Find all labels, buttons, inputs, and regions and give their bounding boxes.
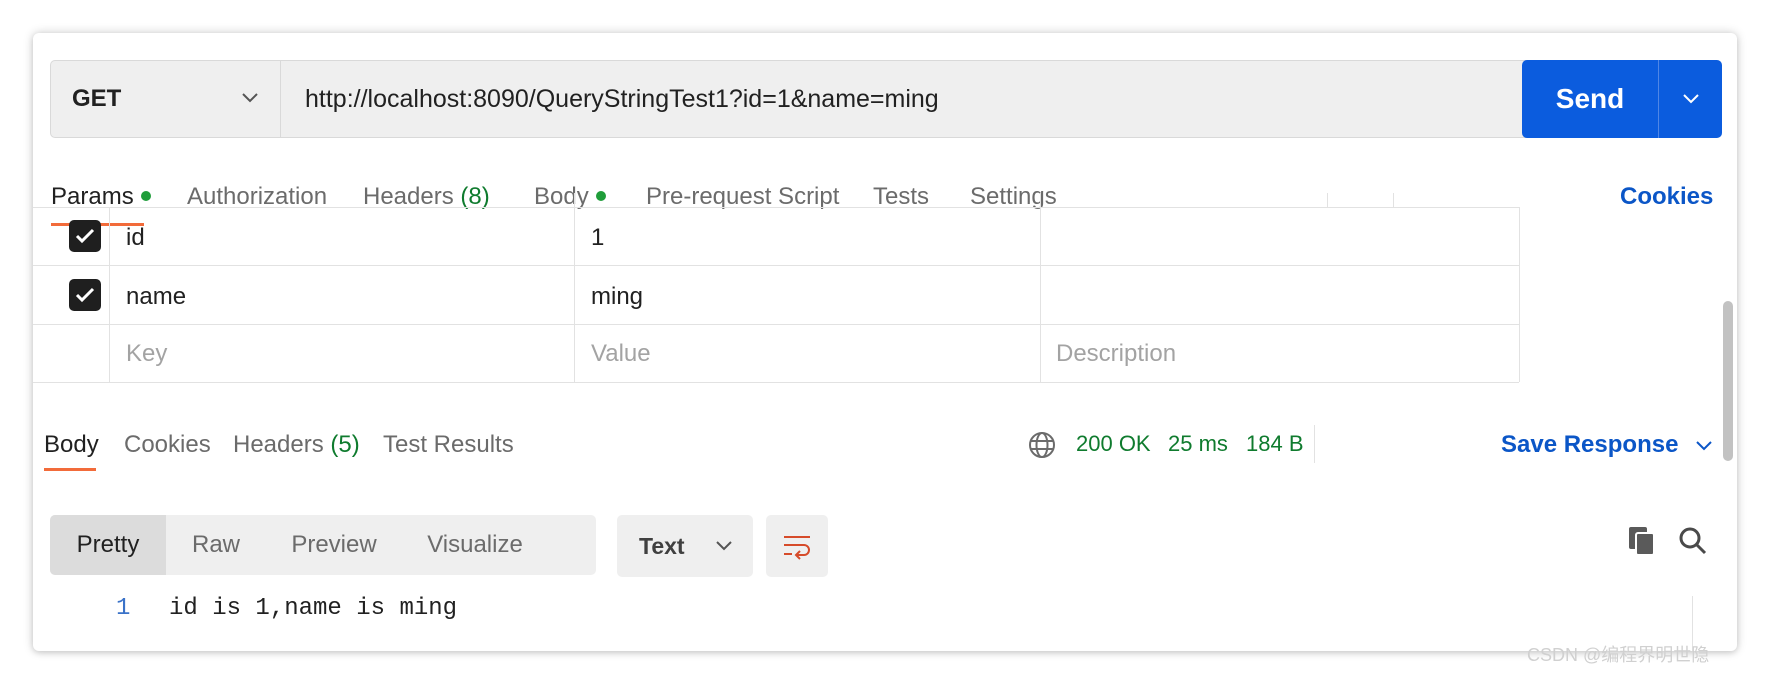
method-label: GET xyxy=(72,85,122,112)
table-border xyxy=(33,382,1519,383)
wrap-icon xyxy=(784,536,810,560)
send-button[interactable]: Send xyxy=(1522,60,1658,138)
table-border xyxy=(1327,193,1328,207)
url-input[interactable]: http://localhost:8090/QueryStringTest1?i… xyxy=(280,60,1538,138)
scrollbar[interactable] xyxy=(1723,301,1733,461)
table-border xyxy=(574,193,575,382)
view-mode-pretty[interactable]: Pretty xyxy=(50,515,166,575)
view-mode-visualize[interactable]: Visualize xyxy=(402,515,548,575)
view-mode-selector: Pretty Raw Preview Visualize xyxy=(50,515,596,575)
globe-icon[interactable] xyxy=(1028,431,1056,459)
param-key[interactable]: id xyxy=(126,224,145,252)
param-value[interactable]: ming xyxy=(591,283,643,311)
line-number: 1 xyxy=(116,595,131,622)
url-text: http://localhost:8090/QueryStringTest1?i… xyxy=(305,84,939,113)
response-tab-headers-label: Headers xyxy=(233,431,324,458)
response-time[interactable]: 25 ms xyxy=(1168,431,1228,457)
param-value[interactable]: 1 xyxy=(591,224,604,252)
check-icon xyxy=(75,228,95,244)
response-headers-count: (5) xyxy=(330,431,360,458)
chevron-down-icon xyxy=(716,541,732,551)
watermark: CSDN @编程界明世隐 xyxy=(1527,645,1710,665)
response-body-text[interactable]: id is 1,name is ming xyxy=(169,595,457,622)
send-label: Send xyxy=(1555,83,1625,114)
response-tab-cookies[interactable]: Cookies xyxy=(124,431,211,459)
tab-body-label: Body xyxy=(534,183,589,210)
key-input[interactable]: Key xyxy=(126,340,167,368)
table-border xyxy=(1040,193,1041,382)
copy-icon[interactable] xyxy=(1627,525,1657,557)
param-checkbox[interactable] xyxy=(69,220,101,252)
wrap-lines-button[interactable] xyxy=(766,515,828,577)
param-key[interactable]: name xyxy=(126,283,186,311)
table-border xyxy=(1519,207,1520,382)
table-border xyxy=(33,324,1519,325)
active-dot-icon xyxy=(140,191,151,201)
value-input[interactable]: Value xyxy=(591,340,651,368)
response-tab-body[interactable]: Body xyxy=(44,431,99,459)
chevron-down-icon xyxy=(242,93,258,103)
headers-count: (8) xyxy=(460,183,490,210)
format-select[interactable]: Text xyxy=(617,515,753,577)
tab-tests-label: Tests xyxy=(873,183,930,210)
send-options-button[interactable] xyxy=(1658,60,1722,138)
save-response-button[interactable]: Save Response xyxy=(1501,431,1713,459)
response-tab-test-results[interactable]: Test Results xyxy=(383,431,514,459)
status-code[interactable]: 200 OK xyxy=(1076,431,1151,457)
tab-headers-label: Headers xyxy=(363,183,454,210)
chevron-down-icon xyxy=(1696,441,1712,451)
table-border xyxy=(109,207,110,382)
tab-pre-request-label: Pre-request Script xyxy=(646,183,840,210)
table-border xyxy=(33,207,1519,208)
description-input[interactable]: Description xyxy=(1056,340,1176,368)
view-mode-preview[interactable]: Preview xyxy=(266,515,402,575)
tab-settings-label: Settings xyxy=(970,183,1057,210)
tab-authorization-label: Authorization xyxy=(187,183,328,210)
active-dot-icon xyxy=(595,191,606,201)
param-checkbox[interactable] xyxy=(69,279,101,311)
check-icon xyxy=(75,287,95,303)
response-tab-body-label: Body xyxy=(44,431,99,458)
table-border xyxy=(1393,193,1394,207)
response-size[interactable]: 184 B xyxy=(1246,431,1304,457)
table-border xyxy=(33,265,1519,266)
save-response-label: Save Response xyxy=(1501,431,1679,458)
response-tab-cookies-label: Cookies xyxy=(124,431,211,458)
postman-window: GET http://localhost:8090/QueryStringTes… xyxy=(33,33,1737,651)
format-label: Text xyxy=(639,532,685,559)
response-tab-test-results-label: Test Results xyxy=(383,431,514,458)
divider xyxy=(1314,425,1315,463)
chevron-down-icon xyxy=(1682,94,1699,104)
response-tab-headers[interactable]: Headers (5) xyxy=(233,431,360,459)
search-icon[interactable] xyxy=(1678,526,1708,556)
method-select[interactable]: GET xyxy=(50,60,280,138)
cookies-link[interactable]: Cookies xyxy=(1620,183,1713,211)
tab-params-label: Params xyxy=(51,183,134,210)
view-mode-raw[interactable]: Raw xyxy=(166,515,266,575)
response-tab-underline xyxy=(44,468,96,471)
